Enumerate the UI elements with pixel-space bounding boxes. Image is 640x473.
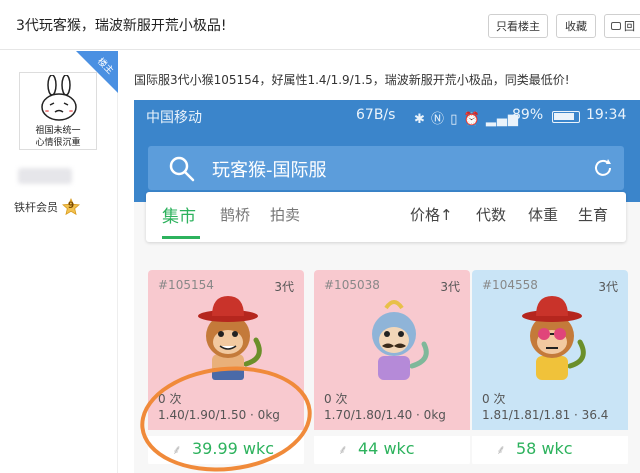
post-content: 国际服3代小猴105154，好属性1.4/1.9/1.5，瑞波新服开荒小极品，同… xyxy=(134,73,570,87)
favorite-button[interactable]: 收藏 xyxy=(556,14,596,38)
reply-label: 回 xyxy=(624,20,635,33)
sort-weight[interactable]: 体重 xyxy=(528,204,558,225)
sort-generation[interactable]: 代数 xyxy=(476,204,506,225)
active-tab-indicator xyxy=(162,236,200,239)
tab-market[interactable]: 集市 xyxy=(162,202,196,227)
card-breed-count: 0 次 xyxy=(482,392,506,406)
monkey-mustache-icon xyxy=(372,300,429,380)
vibrate-icon: ▯ xyxy=(450,112,459,127)
phone-status-bar: 中国移动 67B/s ✱ Ⓝ ▯ ⏰ ▂▄▆ 89% 19:34 xyxy=(134,100,640,132)
card-price-row: ⸙ 44 wkc xyxy=(314,436,470,464)
currency-icon: ⸙ xyxy=(172,443,182,458)
rabbit-drawing-icon xyxy=(41,75,77,121)
thread-header: 3代玩客猴，瑞波新服开荒小极品! 只看楼主 收藏 回 xyxy=(0,0,640,50)
avatar-caption-1: 祖国未统一 xyxy=(35,126,81,136)
monkey-sunglasses-icon xyxy=(522,296,586,380)
card-price: 44 wkc xyxy=(358,439,415,458)
network-speed: 67B/s xyxy=(356,107,396,123)
monkey-card[interactable]: #105038 3代 0 次 1.70/1.80/1.40 · 0kg ⸙ 44… xyxy=(314,270,470,466)
monkey-card[interactable]: #105154 3代 0 次 1.40/1.90/1.50 · 0kg ⸙ 39… xyxy=(148,270,304,466)
tab-breeding[interactable]: 鹊桥 xyxy=(220,204,250,225)
carrier-label: 中国移动 xyxy=(146,110,202,126)
card-generation: 3代 xyxy=(598,280,618,294)
search-query: 玩客猴-国际服 xyxy=(212,160,327,181)
sort-price[interactable]: 价格↑ xyxy=(410,204,453,225)
card-id: #105154 xyxy=(158,278,214,292)
card-attributes: 1.40/1.90/1.50 · 0kg xyxy=(158,408,280,422)
search-input[interactable]: 玩客猴-国际服 xyxy=(148,146,624,190)
avatar-caption-2: 心情很沉重 xyxy=(35,138,81,148)
author-panel: 楼主 祖国未统一 心情很沉重 铁杆会员 9 xyxy=(0,51,118,473)
tab-auction[interactable]: 拍卖 xyxy=(270,204,300,225)
battery-fill xyxy=(554,113,574,120)
card-generation: 3代 xyxy=(440,280,460,294)
currency-icon: ⸙ xyxy=(496,443,506,458)
refresh-icon[interactable] xyxy=(592,157,614,179)
member-rank: 铁杆会员 9 xyxy=(14,197,80,217)
comment-icon xyxy=(611,22,621,30)
post-image: 中国移动 67B/s ✱ Ⓝ ▯ ⏰ ▂▄▆ 89% 19:34 玩客猴-国际服… xyxy=(134,100,640,473)
card-attributes: 1.81/1.81/1.81 · 36.4 xyxy=(482,408,609,422)
level-star-icon: 9 xyxy=(62,197,80,216)
member-level-number: 9 xyxy=(67,201,75,211)
battery-percent: 89% xyxy=(512,107,544,123)
battery-icon xyxy=(552,111,580,123)
monkey-cowboy-icon xyxy=(198,296,262,380)
market-tabs: 集市 鹊桥 拍卖 价格↑ 代数 体重 生育 xyxy=(146,192,626,242)
card-breed-count: 0 次 xyxy=(158,392,182,406)
thread-title: 3代玩客猴，瑞波新服开荒小极品! xyxy=(16,18,227,34)
alarm-icon: ⏰ xyxy=(463,112,481,127)
only-op-button[interactable]: 只看楼主 xyxy=(488,14,548,38)
card-price-row: ⸙ 39.99 wkc xyxy=(148,436,304,464)
currency-icon: ⸙ xyxy=(338,443,348,458)
card-attributes: 1.70/1.80/1.40 · 0kg xyxy=(324,408,446,422)
nfc-icon: Ⓝ xyxy=(431,112,446,127)
clock: 19:34 xyxy=(586,107,627,123)
bluetooth-icon: ✱ xyxy=(414,112,426,127)
card-id: #104558 xyxy=(482,278,538,292)
username-redacted xyxy=(18,168,72,184)
status-icons: ✱ Ⓝ ▯ ⏰ ▂▄▆ xyxy=(414,108,519,127)
member-rank-label: 铁杆会员 xyxy=(14,201,58,214)
avatar[interactable]: 祖国未统一 心情很沉重 xyxy=(19,72,97,150)
reply-button[interactable]: 回 xyxy=(604,14,640,38)
card-breed-count: 0 次 xyxy=(324,392,348,406)
card-price: 58 wkc xyxy=(516,439,573,458)
card-price-row: ⸙ 58 wkc xyxy=(472,436,628,464)
monkey-card[interactable]: #104558 3代 0 次 1.81/1.81/1.81 · 36.4 ⸙ 5… xyxy=(472,270,628,466)
card-generation: 3代 xyxy=(274,280,294,294)
search-icon xyxy=(169,156,195,182)
sort-fertility[interactable]: 生育 xyxy=(578,204,608,225)
card-price: 39.99 wkc xyxy=(192,439,275,458)
card-id: #105038 xyxy=(324,278,380,292)
